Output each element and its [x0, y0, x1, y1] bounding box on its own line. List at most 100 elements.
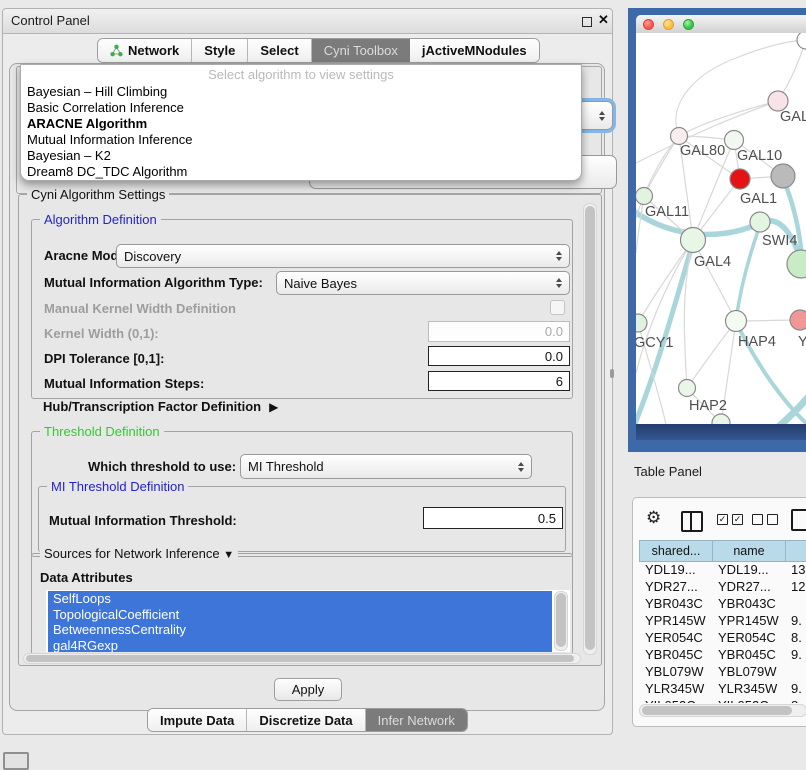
- cyni-toolbox-panel: Select algorithm to view settings Bayesi…: [9, 63, 605, 711]
- close-traffic-light[interactable]: [643, 19, 654, 30]
- network-node-HAP2[interactable]: [679, 380, 696, 397]
- mi-type-combobox[interactable]: Naive Bayes: [276, 271, 570, 295]
- kernel-width-label: Kernel Width (0,1):: [44, 326, 159, 341]
- gear-icon[interactable]: ⚙: [646, 508, 661, 528]
- tab-network[interactable]: Network: [98, 39, 192, 62]
- table-row[interactable]: YBL079WYBL079W: [639, 664, 806, 681]
- which-threshold-combobox[interactable]: MI Threshold: [240, 454, 532, 479]
- table-row[interactable]: YDL19...YDL19...13: [639, 562, 806, 579]
- tab-jactivemnodules[interactable]: jActiveMNodules: [410, 39, 539, 62]
- dropdown-option[interactable]: Basic Correlation Inference: [25, 100, 577, 116]
- dropdown-option[interactable]: Bayesian – Hill Climbing: [25, 84, 577, 100]
- column-view-icon[interactable]: [681, 511, 703, 532]
- network-canvas-svg: GAL7GAL80GAL10GAL1GAL11SWI4GAL4GCY1HAP4Y…: [636, 33, 806, 424]
- table-row[interactable]: YIL052CYIL052C8.: [639, 698, 806, 703]
- list-item[interactable]: BetweennessCentrality: [48, 622, 552, 638]
- mi-type-value: Naive Bayes: [284, 276, 357, 291]
- tab-discretize-data[interactable]: Discretize Data: [247, 709, 365, 731]
- table-horizontal-scrollbar[interactable]: [639, 704, 806, 717]
- table-body: YDL19...YDL19...13 YDR27...YDR27...12 YB…: [639, 562, 806, 703]
- dropdown-option[interactable]: Mutual Information Inference: [25, 132, 577, 148]
- settings-vertical-scrollbar[interactable]: [583, 203, 597, 655]
- manual-kernel-checkbox[interactable]: [550, 300, 565, 315]
- network-node-big-green[interactable]: [787, 250, 806, 278]
- network-node-GAL11[interactable]: [636, 188, 653, 205]
- network-node-HAP4[interactable]: [726, 311, 747, 332]
- table-row[interactable]: YDR27...YDR27...12: [639, 579, 806, 596]
- tab-impute-data[interactable]: Impute Data: [148, 709, 247, 731]
- threshold-definition-group: Threshold Definition Which threshold to …: [31, 431, 573, 557]
- network-edge[interactable]: [687, 321, 736, 388]
- network-node-label: Y: [798, 334, 806, 350]
- network-node-salmon[interactable]: [790, 310, 806, 330]
- column-header-shared-name[interactable]: shared...: [639, 540, 712, 562]
- select-all-icon[interactable]: ✓✓: [717, 514, 743, 525]
- network-window: GAL7GAL80GAL10GAL1GAL11SWI4GAL4GCY1HAP4Y…: [636, 15, 806, 424]
- kernel-width-field[interactable]: 0.0: [428, 321, 570, 342]
- network-node-GAL7[interactable]: [768, 91, 788, 111]
- network-window-shadow: [636, 424, 806, 440]
- manual-kernel-label: Manual Kernel Width Definition: [44, 301, 236, 316]
- hub-definition-expander[interactable]: Hub/Transcription Factor Definition ▶: [43, 399, 278, 414]
- network-node-GAL4[interactable]: [681, 228, 706, 253]
- algorithm-dropdown-popup: Select algorithm to view settings Bayesi…: [20, 64, 582, 181]
- zoom-traffic-light[interactable]: [683, 19, 694, 30]
- window-title: Control Panel: [11, 13, 90, 28]
- network-node-GAL10[interactable]: [725, 131, 744, 150]
- network-node-label: GAL1: [740, 191, 777, 207]
- deselect-all-icon[interactable]: [752, 514, 778, 525]
- mi-steps-field[interactable]: 6: [428, 371, 570, 391]
- network-node-label: SWI4: [762, 233, 797, 249]
- dropdown-option[interactable]: Dream8 DC_TDC Algorithm: [25, 164, 577, 180]
- network-edge[interactable]: [693, 240, 736, 321]
- network-edge[interactable]: [736, 225, 760, 320]
- list-item[interactable]: SelfLoops: [48, 591, 552, 607]
- table-row[interactable]: YBR045CYBR045C9.: [639, 647, 806, 664]
- close-icon[interactable]: ✕: [598, 12, 609, 28]
- network-view-frame: GAL7GAL80GAL10GAL1GAL11SWI4GAL4GCY1HAP4Y…: [628, 8, 806, 452]
- tab-cyni-toolbox[interactable]: Cyni Toolbox: [312, 39, 410, 62]
- table-row[interactable]: YLR345WYLR345W9.: [639, 681, 806, 698]
- minimize-traffic-light[interactable]: [663, 19, 674, 30]
- table-row[interactable]: YER054CYER054C8.: [639, 630, 806, 647]
- column-header-name[interactable]: name: [712, 540, 785, 562]
- apply-button[interactable]: Apply: [274, 678, 342, 701]
- network-node-GCY1[interactable]: [636, 314, 647, 332]
- splitpane-divider-handle[interactable]: [610, 369, 614, 378]
- cyni-algorithm-settings-group: Cyni Algorithm Settings Algorithm Defini…: [18, 194, 602, 666]
- table-header-row: shared... name: [639, 540, 806, 562]
- table-row[interactable]: YBR043CYBR043C: [639, 596, 806, 613]
- list-scrollbar[interactable]: [554, 591, 568, 651]
- settings-horizontal-scrollbar[interactable]: [23, 653, 581, 664]
- list-item[interactable]: TopologicalCoefficient: [48, 607, 552, 623]
- aracne-mode-combobox[interactable]: Discovery: [116, 244, 570, 268]
- network-node-GAL80[interactable]: [671, 128, 688, 145]
- network-canvas[interactable]: GAL7GAL80GAL10GAL1GAL11SWI4GAL4GCY1HAP4Y…: [636, 33, 806, 424]
- control-panel-window: Control Panel ✕ Network Style Select Cyn…: [2, 8, 613, 735]
- bottom-left-partial-button[interactable]: [3, 752, 29, 770]
- network-node-label: GAL80: [680, 143, 725, 159]
- network-node-top-partial[interactable]: [797, 33, 806, 49]
- expander-arrow-icon: ▶: [269, 400, 278, 414]
- partial-toolbar-icon[interactable]: [791, 509, 806, 531]
- dropdown-option[interactable]: Bayesian – K2: [25, 148, 577, 164]
- tab-select[interactable]: Select: [248, 39, 311, 62]
- tab-style[interactable]: Style: [192, 39, 248, 62]
- network-node-bottom-partial[interactable]: [712, 414, 730, 424]
- control-panel-titlebar[interactable]: Control Panel ✕: [3, 9, 612, 34]
- network-node-gray[interactable]: [771, 164, 795, 188]
- dpi-tolerance-field[interactable]: 0.0: [428, 346, 570, 366]
- float-window-icon[interactable]: [582, 17, 592, 27]
- network-window-titlebar[interactable]: [636, 15, 806, 34]
- collapse-arrow-icon[interactable]: ▼: [223, 549, 234, 561]
- dropdown-option-selected[interactable]: ARACNE Algorithm: [25, 116, 577, 132]
- control-panel-tabbar: Network Style Select Cyni Toolbox jActiv…: [97, 38, 540, 63]
- table-row[interactable]: YPR145WYPR145W9.: [639, 613, 806, 630]
- network-node-GAL1[interactable]: [730, 169, 750, 189]
- tab-infer-network[interactable]: Infer Network: [366, 709, 467, 731]
- mi-threshold-field[interactable]: 0.5: [423, 507, 563, 529]
- list-item[interactable]: gal4RGexp: [48, 638, 552, 653]
- dropdown-prompt: Select algorithm to view settings: [21, 67, 581, 82]
- column-header-partial[interactable]: [785, 540, 806, 562]
- network-node-SWI4[interactable]: [750, 212, 770, 232]
